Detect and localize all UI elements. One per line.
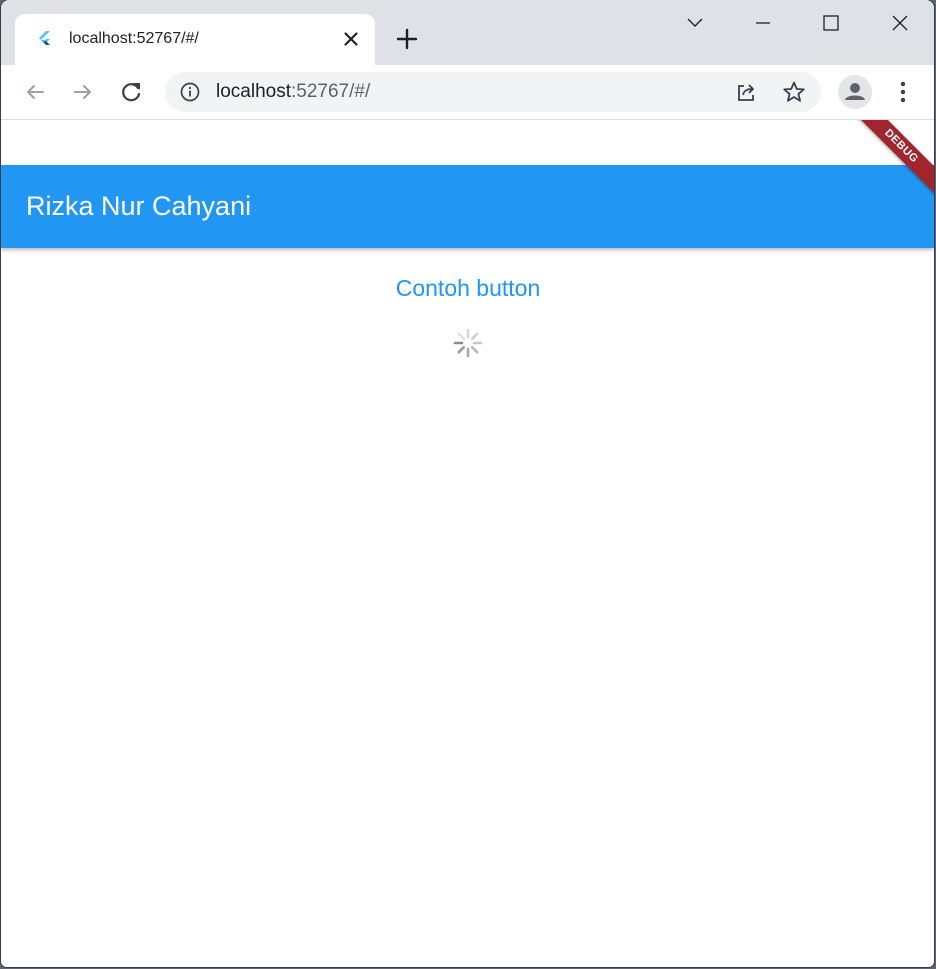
contoh-button[interactable]: Contoh button bbox=[377, 270, 559, 306]
browser-toolbar: localhost:52767/#/ bbox=[1, 65, 934, 120]
browser-tab[interactable]: localhost:52767/#/ bbox=[15, 14, 375, 65]
tab-strip: localhost:52767/#/ bbox=[1, 0, 934, 65]
tab-search-icon[interactable] bbox=[682, 10, 708, 36]
star-icon[interactable] bbox=[782, 80, 806, 104]
browser-window: localhost:52767/#/ localhost:52767/#/ Ri… bbox=[1, 0, 934, 967]
person-icon bbox=[845, 83, 865, 100]
info-icon[interactable] bbox=[180, 82, 200, 102]
url-text: localhost:52767/#/ bbox=[216, 81, 370, 103]
share-icon[interactable] bbox=[734, 80, 758, 104]
reload-icon[interactable] bbox=[117, 78, 145, 106]
minimize-icon[interactable] bbox=[750, 10, 776, 36]
menu-kebab-icon[interactable] bbox=[891, 79, 915, 105]
tab-title: localhost:52767/#/ bbox=[69, 30, 199, 47]
back-arrow-icon[interactable] bbox=[21, 78, 49, 106]
url-host: localhost bbox=[216, 81, 291, 102]
forward-arrow-icon[interactable] bbox=[69, 78, 97, 106]
profile-avatar[interactable] bbox=[838, 75, 872, 109]
url-path: :52767/#/ bbox=[291, 81, 371, 102]
page-viewport: Rizka Nur Cahyani Contoh button DEBUG bbox=[1, 120, 934, 967]
tab-close-icon[interactable] bbox=[341, 29, 361, 49]
maximize-icon[interactable] bbox=[818, 10, 844, 36]
app-bar-title: Rizka Nur Cahyani bbox=[26, 191, 252, 221]
flutter-icon bbox=[39, 31, 50, 45]
address-bar[interactable]: localhost:52767/#/ bbox=[165, 72, 821, 112]
new-tab-icon[interactable] bbox=[395, 27, 419, 51]
loading-spinner-icon bbox=[453, 328, 483, 358]
window-close-icon[interactable] bbox=[887, 10, 913, 36]
app-bar: Rizka Nur Cahyani bbox=[1, 165, 934, 248]
